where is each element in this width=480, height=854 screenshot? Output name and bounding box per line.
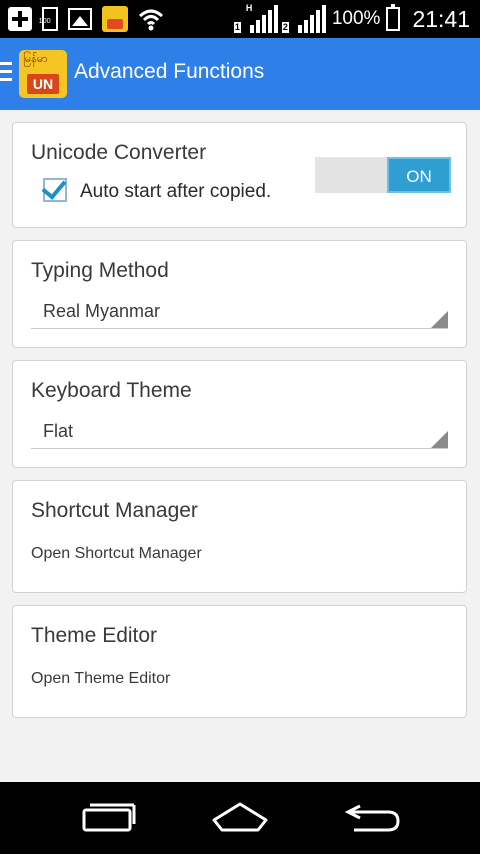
battery-percent: 100% [331,8,381,29]
unicode-converter-title: Unicode Converter [31,141,207,164]
spinner-underline [31,328,448,329]
typing-method-spinner[interactable]: Real Myanmar [43,301,160,322]
logo-top-text: မြန်မာ [23,53,48,65]
page-title: Advanced Functions [74,60,265,83]
auto-start-label[interactable]: Auto start after copied. [80,181,271,203]
open-theme-editor-link[interactable]: Open Theme Editor [31,670,170,688]
sim1-label: 1 [233,22,241,33]
typing-method-title: Typing Method [31,259,169,282]
shortcut-manager-card[interactable]: Shortcut Manager Open Shortcut Manager [12,480,467,593]
dropdown-arrow-icon[interactable] [431,311,448,328]
wifi-icon [138,7,164,31]
battery-icon [386,4,401,31]
toggle-on-label: ON [387,157,451,193]
app-bar: မြန်မာ UN Advanced Functions [0,38,480,110]
network-type: H [245,3,253,13]
recents-icon[interactable] [78,800,138,836]
home-icon[interactable] [210,800,270,836]
keyboard-theme-spinner[interactable]: Flat [43,421,73,442]
typing-method-card[interactable]: Typing Method Real Myanmar [12,240,467,348]
plus-icon [8,7,32,31]
keyboard-theme-title: Keyboard Theme [31,379,192,402]
back-icon[interactable] [342,800,402,836]
navigation-bar [0,782,480,854]
signal-icon: 2 [281,5,326,33]
keyboard-theme-card[interactable]: Keyboard Theme Flat [12,360,467,468]
open-shortcut-manager-link[interactable]: Open Shortcut Manager [31,545,202,563]
app-logo[interactable]: မြန်မာ UN [19,50,67,98]
theme-editor-card[interactable]: Theme Editor Open Theme Editor [12,605,467,718]
logo-badge: UN [27,74,59,94]
status-bar: 100 H 1 2 100% 21:41 [0,0,480,38]
signal-icon: H 1 [233,3,278,33]
theme-editor-title: Theme Editor [31,624,158,647]
dropdown-arrow-icon[interactable] [431,431,448,448]
checkmark-icon [41,174,67,200]
spinner-underline [31,448,448,449]
shortcut-manager-title: Shortcut Manager [31,499,198,522]
app-notification-icon [102,6,128,32]
auto-start-checkbox[interactable] [41,174,67,202]
clock: 21:41 [412,5,470,32]
battery-small-label: 100 [38,16,51,25]
battery-icon: 100 [38,7,58,31]
unicode-converter-card: Unicode Converter Auto start after copie… [12,122,467,228]
image-icon [68,8,92,30]
unicode-converter-toggle[interactable]: ON [315,157,451,193]
menu-icon[interactable] [0,62,12,84]
sim2-label: 2 [281,22,289,33]
